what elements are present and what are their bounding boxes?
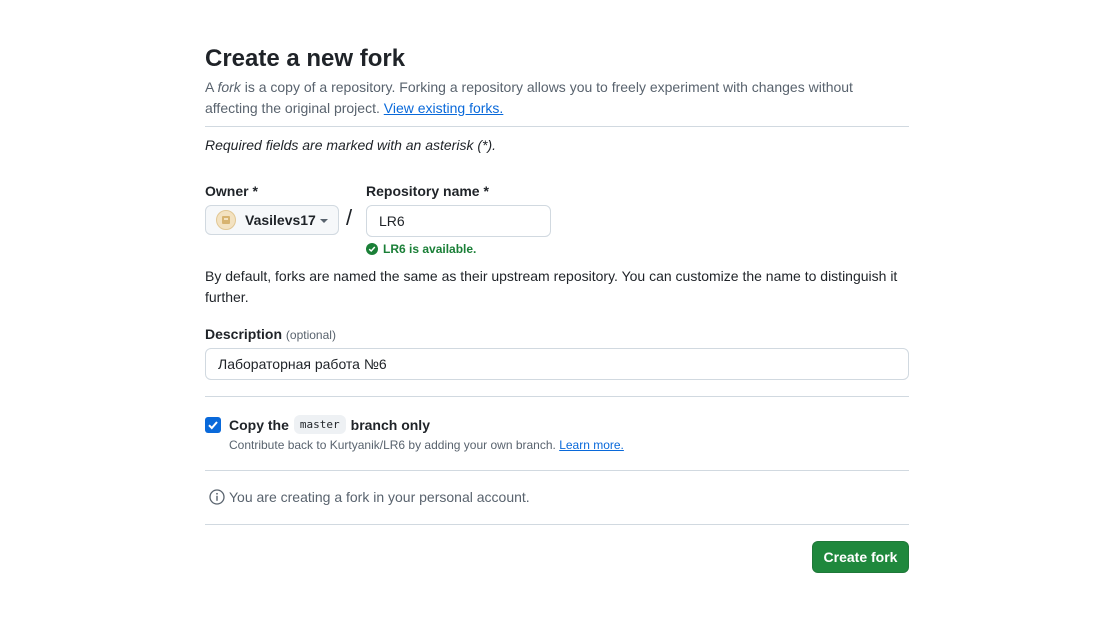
personal-account-notice: You are creating a fork in your personal… bbox=[209, 489, 530, 505]
divider bbox=[205, 396, 909, 397]
divider bbox=[205, 524, 909, 525]
repository-name-input[interactable] bbox=[366, 205, 551, 237]
info-icon bbox=[209, 489, 225, 505]
view-existing-forks-link[interactable]: View existing forks. bbox=[384, 100, 504, 116]
description-label: Description (optional) bbox=[205, 326, 336, 342]
owner-label: Owner * bbox=[205, 183, 258, 199]
chevron-down-icon bbox=[320, 219, 328, 223]
repository-name-label: Repository name * bbox=[366, 183, 489, 199]
copy-branch-checkbox[interactable] bbox=[205, 416, 221, 433]
naming-note: By default, forks are named the same as … bbox=[205, 268, 898, 305]
fork-term: fork bbox=[217, 79, 241, 95]
copy-branch-option: Copy the master branch only bbox=[205, 415, 430, 434]
owner-name: Vasilevs17 bbox=[245, 212, 316, 228]
divider bbox=[205, 126, 909, 127]
owner-repo-separator: / bbox=[346, 205, 353, 230]
copy-branch-description: Contribute back to Kurtyanik/LR6 by addi… bbox=[229, 438, 624, 452]
description-input[interactable] bbox=[205, 348, 909, 380]
branch-name: master bbox=[293, 415, 346, 434]
learn-more-link[interactable]: Learn more. bbox=[559, 438, 624, 452]
checkmark-icon bbox=[208, 420, 218, 429]
owner-avatar-icon bbox=[222, 216, 230, 224]
page-title: Create a new fork bbox=[205, 45, 406, 72]
check-circle-icon bbox=[366, 243, 378, 255]
avatar bbox=[216, 210, 236, 230]
copy-branch-label: Copy the master branch only bbox=[229, 415, 430, 434]
owner-dropdown[interactable]: Vasilevs17 bbox=[205, 205, 339, 235]
divider bbox=[205, 470, 909, 471]
required-fields-note: Required fields are marked with an aster… bbox=[205, 137, 497, 153]
optional-tag: (optional) bbox=[285, 328, 336, 342]
availability-status: LR6 is available. bbox=[366, 242, 476, 256]
create-fork-button[interactable]: Create fork bbox=[812, 541, 909, 573]
page-subtitle: A fork is a copy of a repository. Forkin… bbox=[205, 79, 853, 116]
